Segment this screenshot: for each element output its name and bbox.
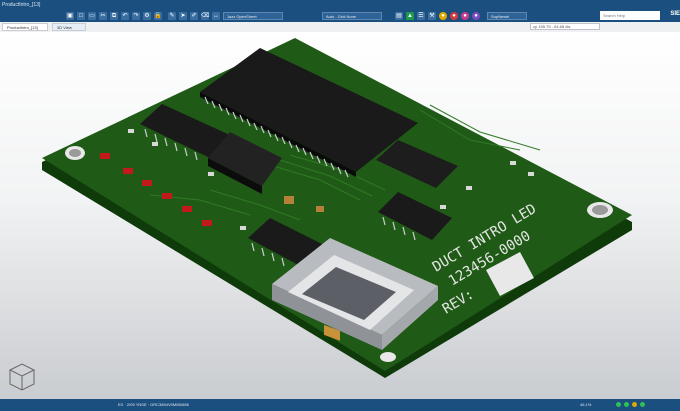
save-icon[interactable]: ▣	[66, 12, 74, 20]
led	[162, 193, 172, 199]
view-cube-icon	[8, 363, 36, 391]
status-text: EX · 2/09 YNSE · GRC3894V0M0B/686	[118, 402, 189, 407]
undo-icon[interactable]: ↶	[121, 12, 129, 20]
led	[182, 206, 192, 212]
zoom-readout: 46.1%	[580, 402, 592, 407]
mounting-hole	[380, 352, 396, 362]
3d-viewport[interactable]: DUCT INTRO LED 123456-0000 REV:	[0, 32, 680, 399]
toolbar-right: Auto - Grid None ▤ ▲ ☰ ⚒ ● ● ● ● SupNewe…	[322, 11, 527, 21]
purple-status-icon[interactable]: ●	[472, 12, 480, 20]
status-indicators	[614, 402, 646, 408]
tab-product-intro[interactable]: ProductIntro_[13]	[2, 23, 48, 31]
brand-logo: SIE	[670, 11, 680, 17]
yellow-status-icon[interactable]: ●	[439, 12, 447, 20]
layers-icon[interactable]: ☰	[417, 12, 425, 20]
led	[123, 168, 133, 174]
tab-3d-view[interactable]: 3D View	[52, 23, 86, 31]
lock-icon[interactable]: 🔒	[154, 12, 162, 20]
status-ok-icon	[624, 402, 630, 408]
status-bar: EX · 2/09 YNSE · GRC3894V0M0B/686 46.1%	[0, 399, 680, 411]
grid-dropdown[interactable]: Auto - Grid None	[322, 12, 382, 20]
led	[202, 220, 212, 226]
led	[100, 153, 110, 159]
pcb-3d-model: DUCT INTRO LED 123456-0000 REV:	[8, 38, 632, 391]
cut-icon[interactable]: ✂	[99, 12, 107, 20]
paint-icon[interactable]: ✎	[168, 12, 176, 20]
status-ok-icon	[616, 402, 621, 408]
led	[142, 180, 152, 186]
title-bar: ProductIntro_[13] ▣ □ ▭ ✂ ⧉ ↶ ↷ ⚙ 🔒 ✎ ➤ …	[0, 0, 680, 22]
toolbar-mid: ✎ ➤ ✐ ⌫ ↔ Jazz OpenSheet	[168, 11, 283, 21]
redo-icon[interactable]: ↷	[132, 12, 140, 20]
open-icon[interactable]: ▭	[88, 12, 96, 20]
status-warn-icon	[632, 402, 638, 408]
toolbar-left: ▣ □ ▭ ✂ ⧉ ↶ ↷ ⚙ 🔒	[66, 11, 162, 21]
wrench-icon[interactable]: ⚒	[428, 12, 436, 20]
copy-icon[interactable]: ⧉	[110, 12, 118, 20]
pink-status-icon[interactable]: ●	[461, 12, 469, 20]
capacitor	[284, 196, 294, 204]
select-icon[interactable]: ➤	[179, 12, 187, 20]
document-icon[interactable]: ▤	[395, 12, 403, 20]
brush-icon[interactable]: ✐	[190, 12, 198, 20]
sheet-dropdown[interactable]: Jazz OpenSheet	[223, 12, 283, 20]
capacitor	[316, 206, 324, 212]
stop-icon[interactable]: ●	[450, 12, 458, 20]
new-icon[interactable]: □	[77, 12, 85, 20]
status-ok-icon	[640, 402, 646, 408]
window-title: ProductIntro_[13]	[2, 2, 41, 8]
eraser-icon[interactable]: ⌫	[201, 12, 209, 20]
search-input[interactable]: Search Help	[600, 11, 660, 20]
panel-dropdown[interactable]: SupNewel	[487, 12, 527, 20]
triangle-icon[interactable]: ▲	[406, 12, 414, 20]
coordinate-readout: cp 155.75 - 64.68 dis	[530, 23, 600, 30]
measure-icon[interactable]: ↔	[212, 12, 220, 20]
settings-icon[interactable]: ⚙	[143, 12, 151, 20]
